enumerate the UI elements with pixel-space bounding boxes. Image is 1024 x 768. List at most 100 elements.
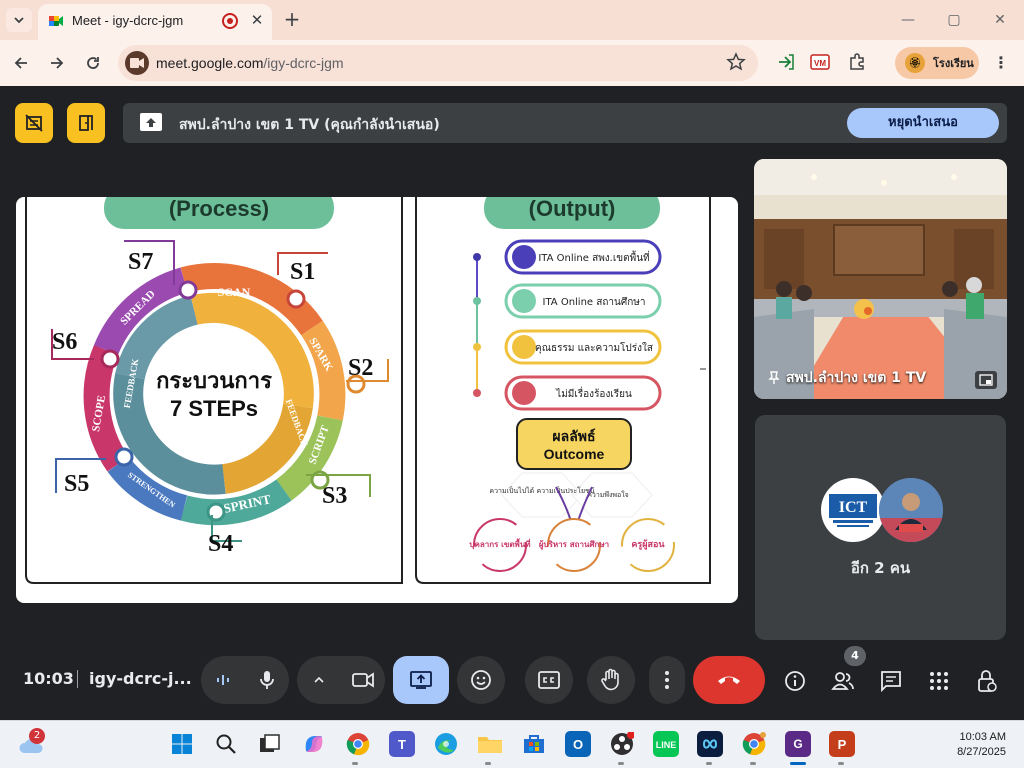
- site-info-icon[interactable]: [125, 51, 149, 75]
- center-title-steps: 7 STEPs: [170, 396, 258, 421]
- audio-level-icon: [201, 656, 245, 704]
- address-bar[interactable]: meet.google.com/igy-dcrc-jgm: [118, 45, 758, 81]
- camera-button[interactable]: [341, 656, 385, 704]
- bottom-label-1: บุคลากร เขตพื้นที่: [469, 538, 530, 550]
- meeting-details-button[interactable]: [782, 668, 808, 694]
- windows-taskbar: 2 T O LINE G P 10:03 AM 8/27/2025: [0, 720, 1024, 768]
- divider: [77, 670, 78, 688]
- store-app[interactable]: [521, 731, 547, 757]
- more-options-button[interactable]: [649, 656, 685, 704]
- browser-menu-button[interactable]: ⋮: [992, 52, 1010, 74]
- pip-button[interactable]: [975, 371, 997, 389]
- file-explorer-app[interactable]: [477, 731, 503, 757]
- outputs-list: ITA Online สพง.เขตพื้นที่ ITA Online สถา…: [473, 239, 662, 411]
- outcome-title-thai: ผลลัพธ์: [552, 428, 595, 445]
- more-vert-icon: [665, 671, 669, 689]
- host-controls-button[interactable]: [974, 668, 1000, 694]
- leave-room-button[interactable]: [67, 103, 105, 143]
- people-count-badge: 4: [844, 646, 866, 666]
- others-count-label: อีก 2 คน: [850, 559, 911, 577]
- chrome-app[interactable]: [345, 731, 371, 757]
- center-title-thai: กระบวนการ: [156, 369, 272, 394]
- people-button[interactable]: [830, 668, 856, 694]
- running-indicator: [485, 762, 491, 765]
- present-screen-button[interactable]: [393, 656, 449, 704]
- chrome-icon-2: [742, 732, 766, 756]
- copilot-app[interactable]: [301, 731, 327, 757]
- lock-person-icon: [978, 670, 997, 692]
- svg-text:ICT: ICT: [839, 499, 868, 516]
- maximize-window-button[interactable]: ▢: [939, 8, 969, 32]
- extensions-puzzle-icon[interactable]: [846, 51, 868, 73]
- svg-text:G: G: [793, 737, 802, 751]
- line-icon: LINE: [656, 740, 677, 750]
- chrome-profile-app[interactable]: [741, 731, 767, 757]
- reload-button[interactable]: [81, 51, 105, 75]
- browser-tabbar: Meet - igy-dcrc-jgm ✕ + — ▢ ✕: [0, 0, 1024, 40]
- teams-icon: T: [398, 737, 406, 752]
- start-button[interactable]: [169, 731, 195, 757]
- microphone-button[interactable]: [245, 656, 289, 704]
- powerpoint-app[interactable]: P: [829, 731, 855, 757]
- captions-button[interactable]: [525, 656, 573, 704]
- reactions-button[interactable]: [457, 656, 505, 704]
- step-s5: S5: [64, 471, 89, 497]
- participant-tile-room[interactable]: สพป.ลำปาง เขต 1 TV: [754, 159, 1007, 399]
- raise-hand-button[interactable]: [587, 656, 635, 704]
- recording-icon: [222, 13, 238, 29]
- search-button[interactable]: [213, 731, 239, 757]
- outlook-app[interactable]: O: [565, 731, 591, 757]
- forward-button[interactable]: [45, 51, 69, 75]
- output-header: (Output): [529, 197, 616, 221]
- profile-name: โรงเรียน: [933, 57, 974, 70]
- task-view-icon: [260, 734, 280, 752]
- extension-login-icon[interactable]: [775, 51, 797, 73]
- stop-presenting-button[interactable]: หยุดนำเสนอ: [847, 108, 999, 138]
- close-window-button[interactable]: ✕: [985, 8, 1015, 32]
- tab-meet[interactable]: Meet - igy-dcrc-jgm ✕: [38, 4, 272, 40]
- windows-logo-icon: [172, 734, 192, 754]
- profile-button[interactable]: 🏵 โรงเรียน: [895, 47, 979, 79]
- call-end-icon: [718, 676, 740, 684]
- step-s4: S4: [208, 531, 233, 557]
- back-button[interactable]: [9, 51, 33, 75]
- pin-icon: [768, 371, 780, 384]
- task-view-button[interactable]: [257, 731, 283, 757]
- step-s6: S6: [52, 329, 77, 355]
- arrow-right-icon: [51, 57, 64, 69]
- svg-text:LINE: LINE: [656, 740, 677, 750]
- avatar-ict-logo: ICT: [821, 478, 885, 542]
- apps-grid-icon: [930, 672, 948, 690]
- obs-app[interactable]: [609, 731, 635, 757]
- system-clock[interactable]: 10:03 AM 8/27/2025: [940, 730, 1006, 760]
- tab-search-button[interactable]: [6, 8, 32, 32]
- meeting-code[interactable]: igy-dcrc-j...: [89, 669, 192, 688]
- extension-vm-icon[interactable]: VM: [809, 51, 831, 73]
- activities-button[interactable]: [926, 668, 952, 694]
- line-app[interactable]: LINE: [653, 731, 679, 757]
- chevron-up-icon: [314, 676, 324, 683]
- leave-call-button[interactable]: [693, 656, 765, 704]
- picture-in-picture-icon: [979, 374, 993, 386]
- step-s2: S2: [348, 355, 373, 381]
- svg-text:P: P: [838, 737, 847, 752]
- chat-icon: [881, 671, 901, 692]
- participant-tile-others[interactable]: ICT อีก 2 คน: [755, 415, 1006, 640]
- meet-pwa-app[interactable]: [697, 731, 723, 757]
- room-tile-label: สพป.ลำปาง เขต 1 TV: [768, 367, 926, 389]
- teams-app[interactable]: T: [389, 731, 415, 757]
- svg-text:VM: VM: [814, 59, 826, 68]
- present-to-all-icon: [410, 671, 432, 689]
- tab-close-button[interactable]: ✕: [248, 11, 266, 29]
- outcome-title-en: Outcome: [544, 446, 605, 462]
- minimize-window-button[interactable]: —: [893, 8, 923, 32]
- step-s7: S7: [128, 249, 153, 275]
- new-tab-button[interactable]: +: [280, 8, 304, 32]
- bookmark-star-icon[interactable]: [726, 52, 746, 72]
- captions-off-button[interactable]: [15, 103, 53, 143]
- chat-button[interactable]: [878, 668, 904, 694]
- camera-options-button[interactable]: [297, 656, 341, 704]
- edge-app[interactable]: [433, 731, 459, 757]
- svg-text:O: O: [573, 737, 583, 752]
- pdf-app[interactable]: G: [785, 731, 811, 757]
